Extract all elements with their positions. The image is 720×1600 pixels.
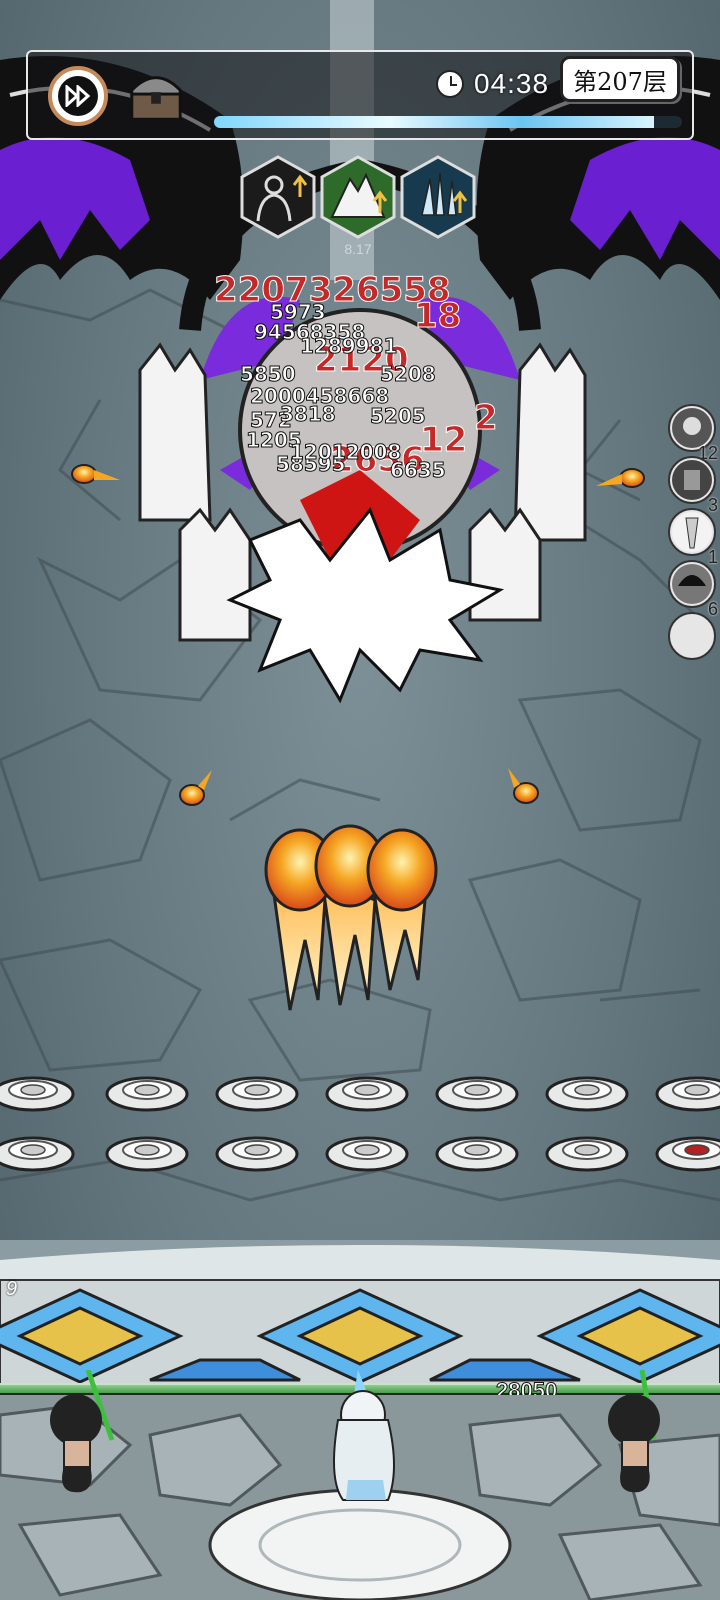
- buff-character-upgrade[interactable]: [240, 155, 316, 239]
- right-serpent-hero[interactable]: [594, 1370, 694, 1500]
- damage-number: 12012008: [289, 440, 402, 465]
- damage-number: 5205: [370, 404, 427, 429]
- treasure-chest-icon: [130, 76, 182, 121]
- top-hud: 04:38 第207层: [26, 50, 694, 140]
- turret-slot[interactable]: [214, 1072, 300, 1112]
- wall-level-count: 9: [6, 1278, 18, 1300]
- turret-slot[interactable]: [434, 1132, 520, 1172]
- treasure-chest-button[interactable]: [126, 66, 186, 126]
- level-timer: 04:38: [436, 68, 549, 100]
- small-fireball-mid-left: [179, 770, 212, 806]
- turret-slot[interactable]: [324, 1072, 410, 1112]
- ability-count: 6: [707, 599, 718, 619]
- turret-slot[interactable]: [544, 1072, 630, 1112]
- character-upgrade-icon: [240, 155, 316, 239]
- damage-number: 1289981: [299, 334, 398, 359]
- turret-slot[interactable]: [434, 1072, 520, 1112]
- clock-icon: [436, 70, 464, 98]
- small-fireball-right: [596, 468, 645, 488]
- damage-number: 3818: [280, 402, 337, 427]
- boss-hp-fill: [214, 116, 654, 128]
- buff-value: 8.17: [344, 241, 372, 257]
- fast-forward-icon: [58, 76, 98, 116]
- damage-number-critical: 18: [413, 296, 462, 337]
- projectiles: [71, 464, 645, 1011]
- timer-text: 04:38: [474, 68, 550, 99]
- triple-fireball: [264, 824, 438, 1011]
- damage-number-critical: 12: [419, 420, 468, 461]
- small-fireball-left: [71, 464, 120, 484]
- damage-number: 6635: [390, 458, 447, 483]
- turret-slot[interactable]: [654, 1072, 720, 1112]
- ability-empty-slot[interactable]: [668, 612, 716, 660]
- ability-hair[interactable]: 6: [668, 560, 718, 619]
- fast-forward-button[interactable]: [48, 66, 108, 126]
- ability-drill[interactable]: 1: [668, 508, 718, 567]
- ice-mage-hero[interactable]: [308, 1370, 418, 1510]
- buff-triple-spike-upgrade[interactable]: [400, 155, 476, 239]
- left-serpent-hero[interactable]: [36, 1370, 136, 1500]
- damage-number: 5208: [380, 362, 437, 387]
- turret-slot[interactable]: [0, 1132, 76, 1172]
- mountain-upgrade-icon: [320, 155, 396, 239]
- buff-mountain-upgrade[interactable]: 8.17: [320, 155, 396, 257]
- turret-slot[interactable]: [654, 1132, 720, 1172]
- turret-slot[interactable]: [0, 1072, 76, 1112]
- boss-hp-bar: [214, 116, 682, 128]
- small-fireball-mid-right: [508, 768, 539, 804]
- turret-slot[interactable]: [324, 1132, 410, 1172]
- damage-number-critical: 2: [474, 398, 499, 439]
- ability-skull[interactable]: 12: [668, 404, 718, 463]
- turret-slot[interactable]: [104, 1072, 190, 1112]
- turret-slot[interactable]: [214, 1132, 300, 1172]
- battle-arena: 2207326558 18 2 12 2120 2656 5973 94568358 12899…: [0, 0, 720, 1600]
- turret-slot[interactable]: [104, 1132, 190, 1172]
- ability-warrior[interactable]: 3: [668, 456, 718, 515]
- turret-slot[interactable]: [544, 1132, 630, 1172]
- floor-level-badge: 第207层: [560, 56, 680, 102]
- damage-number: 5850: [240, 362, 297, 387]
- triple-spike-upgrade-icon: [400, 155, 476, 239]
